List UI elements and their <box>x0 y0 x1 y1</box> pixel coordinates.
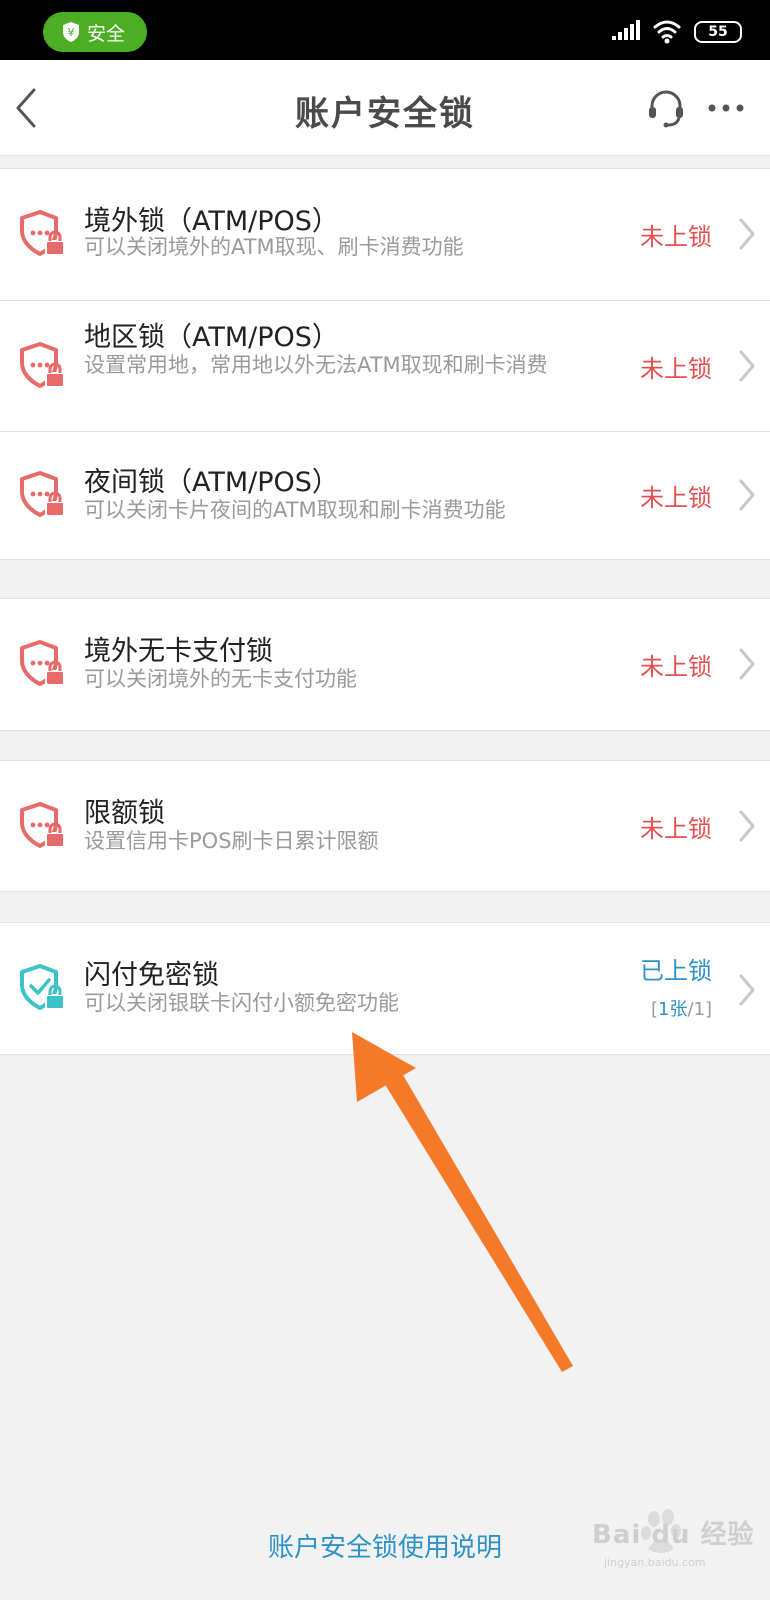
lock-description: 设置常用地，常用地以外无法ATM取现和刷卡消费 <box>84 353 548 377</box>
nav-bar: 账户安全锁 <box>0 60 770 156</box>
chevron-right-icon <box>739 974 755 1006</box>
lock-title: 夜间锁（ATM/POS） <box>84 467 339 498</box>
lock-status: 已上锁 <box>640 957 712 985</box>
lock-title: 限额锁 <box>84 798 165 829</box>
lock-description: 可以关闭境外的ATM取现、刷卡消费功能 <box>84 235 464 259</box>
watermark-text: Bai du 经验 <box>592 1520 755 1550</box>
lock-title: 闪付免密锁 <box>84 960 219 991</box>
chevron-right-icon <box>739 810 755 842</box>
shield-yen-icon: ¥ <box>63 22 79 42</box>
lock-status: 未上锁 <box>640 653 712 681</box>
lock-item-limit[interactable]: 限额锁 设置信用卡POS刷卡日累计限额 未上锁 <box>0 761 770 891</box>
shield-lock-icon <box>20 640 65 686</box>
lock-status: 未上锁 <box>640 815 712 843</box>
svg-text:¥: ¥ <box>68 26 75 39</box>
lock-item-overseas[interactable]: 境外锁（ATM/POS） 可以关闭境外的ATM取现、刷卡消费功能 未上锁 <box>0 169 770 300</box>
more-options-icon[interactable] <box>706 94 746 122</box>
chevron-right-icon <box>739 350 755 382</box>
shield-lock-icon <box>20 210 65 256</box>
status-bar: ¥ 安全 55 <box>0 0 770 60</box>
watermark-url: jingyan.baidu.com <box>604 1556 706 1569</box>
shield-lock-icon <box>20 802 65 848</box>
lock-item-night[interactable]: 夜间锁（ATM/POS） 可以关闭卡片夜间的ATM取现和刷卡消费功能 未上锁 <box>0 431 770 559</box>
lock-description: 设置信用卡POS刷卡日累计限额 <box>84 829 379 853</box>
shield-lock-icon <box>20 342 65 388</box>
lock-status: 未上锁 <box>640 355 712 383</box>
lock-item-region[interactable]: 地区锁（ATM/POS） 设置常用地，常用地以外无法ATM取现和刷卡消费 未上锁 <box>0 300 770 431</box>
lock-item-overseas-cardless[interactable]: 境外无卡支付锁 可以关闭境外的无卡支付功能 未上锁 <box>0 599 770 730</box>
lock-status: 未上锁 <box>640 484 712 512</box>
security-badge: ¥ 安全 <box>43 12 147 52</box>
lock-group-limit: 限额锁 设置信用卡POS刷卡日累计限额 未上锁 <box>0 760 770 892</box>
battery-indicator: 55 <box>694 21 742 43</box>
lock-description: 可以关闭境外的无卡支付功能 <box>84 667 357 691</box>
wifi-icon <box>653 20 681 44</box>
lock-group-atm-pos: 境外锁（ATM/POS） 可以关闭境外的ATM取现、刷卡消费功能 未上锁 地区锁… <box>0 168 770 560</box>
chevron-right-icon <box>739 648 755 680</box>
lock-group-cardless: 境外无卡支付锁 可以关闭境外的无卡支付功能 未上锁 <box>0 598 770 731</box>
lock-description: 可以关闭卡片夜间的ATM取现和刷卡消费功能 <box>84 498 506 522</box>
shield-lock-icon <box>20 471 65 517</box>
lock-item-quickpass[interactable]: 闪付免密锁 可以关闭银联卡闪付小额免密功能 已上锁 [1张/1] <box>0 923 770 1054</box>
customer-service-icon[interactable] <box>646 88 686 128</box>
lock-title: 境外无卡支付锁 <box>84 636 273 667</box>
lock-group-quickpass: 闪付免密锁 可以关闭银联卡闪付小额免密功能 已上锁 [1张/1] <box>0 922 770 1055</box>
lock-status: 未上锁 <box>640 223 712 251</box>
signal-icon <box>612 20 640 40</box>
lock-title: 地区锁（ATM/POS） <box>84 322 339 353</box>
locked-card-count: [1张/1] <box>650 999 712 1020</box>
lock-description: 可以关闭银联卡闪付小额免密功能 <box>84 991 399 1015</box>
security-badge-label: 安全 <box>87 22 126 45</box>
chevron-right-icon <box>739 479 755 511</box>
shield-check-lock-icon <box>20 964 65 1010</box>
chevron-right-icon <box>739 218 755 250</box>
